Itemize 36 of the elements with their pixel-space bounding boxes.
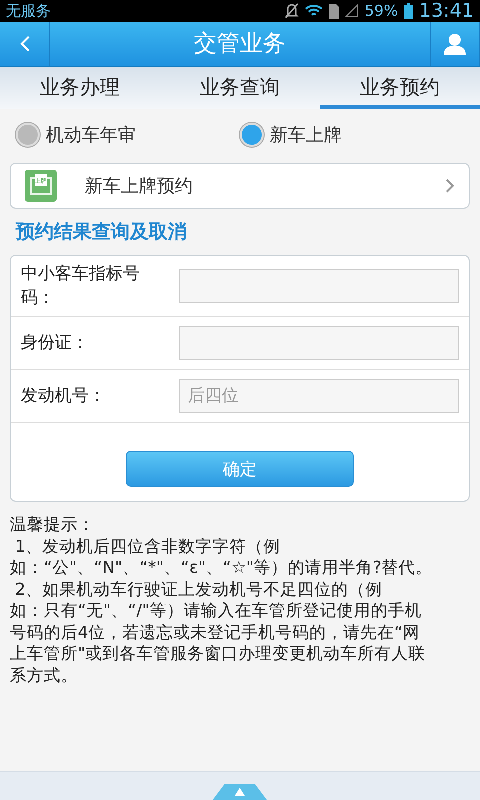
radio-dot[interactable] [16,123,40,147]
battery-icon [404,3,414,19]
sim-icon [328,4,339,18]
input-field[interactable]: 后四位 [179,379,459,413]
back-icon [18,35,30,53]
user-icon [444,33,466,55]
signal-icon [344,4,359,18]
note-text: 温馨提示： [10,514,96,536]
note-text: 系方式。 [10,664,79,686]
tab[interactable]: 业务预约 [320,67,480,109]
field-label: 身份证： [21,332,90,355]
user-button[interactable] [430,22,480,66]
radio-option[interactable]: 机动车年审 [16,117,240,153]
note-text: 如：只有“无"、“/"等）请输入在车管所登记使用的手机 [10,600,423,622]
field-label: 发动机号： [21,385,107,408]
note-text: 2、如果机动车行驶证上发动机号不足四位的（例 [14,578,384,600]
tab[interactable]: 业务查询 [160,67,320,109]
section-title: 预约结果查询及取消 [14,220,188,245]
mute-icon [284,3,299,19]
chevron-icon [445,178,455,194]
input-field[interactable] [179,326,459,360]
input-field[interactable] [179,269,459,303]
tab[interactable]: 业务办理 [0,67,160,109]
battery-text: 59% [364,2,398,20]
note-text: 1、发动机后四位含非数字字符（例 [14,536,282,557]
note-text: 号码的后4位，若遗忘或未登记手机号码的，请先在“网 [10,622,422,643]
note-text: 如：“公"、“N"、“*"、“ε"、“☆"等）的请用半角?替代。 [10,557,434,578]
radio-dot[interactable] [240,123,264,147]
time-text: 13:41 [419,0,474,22]
carrier-text: 无服务 [6,2,51,20]
note-text: 上车管所"或到各车管服务窗口办理变更机动车所有人联 [10,643,427,664]
expand-handle-icon[interactable] [213,784,267,800]
wifi-icon [304,4,323,18]
field-label: 中小客车指标号码： [21,263,141,310]
radio-option[interactable]: 新车上牌 [240,117,464,153]
page-title: 交管业务 [193,30,287,59]
